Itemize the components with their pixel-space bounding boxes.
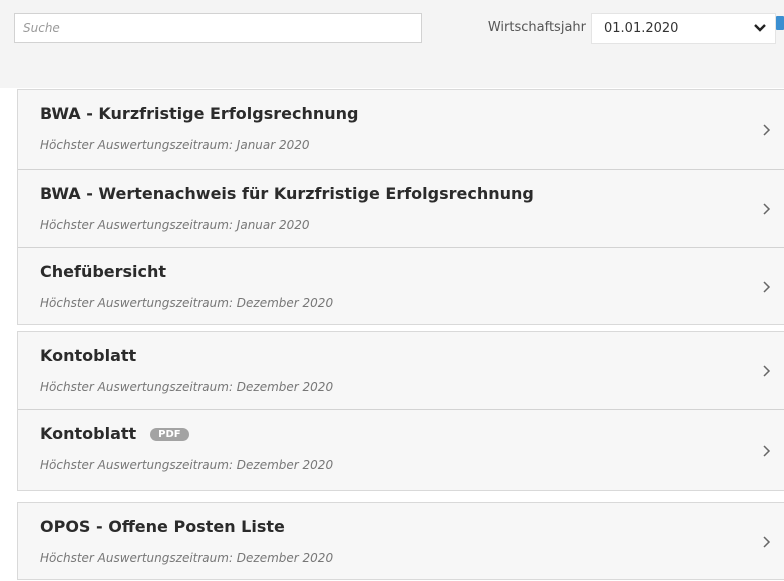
- chevron-right-icon[interactable]: [762, 123, 771, 137]
- report-list-item[interactable]: Kontoblatt PDF Höchster Auswertungszeitrau…: [18, 410, 784, 492]
- chevron-right-icon[interactable]: [762, 535, 771, 549]
- fiscal-year-select[interactable]: 01.01.2020: [591, 13, 776, 44]
- report-period: Höchster Auswertungszeitraum: Januar 202…: [40, 138, 310, 152]
- report-title-text: Kontoblatt: [40, 424, 137, 443]
- report-title: BWA - Wertenachweis für Kurzfristige Erf…: [40, 184, 534, 203]
- report-period: Höchster Auswertungszeitraum: Januar 202…: [40, 218, 310, 232]
- report-title: Chefübersicht: [40, 262, 166, 281]
- chevron-right-icon[interactable]: [762, 444, 771, 458]
- report-period: Höchster Auswertungszeitraum: Dezember 2…: [40, 296, 334, 310]
- report-period: Höchster Auswertungszeitraum: Dezember 2…: [40, 380, 334, 394]
- report-list-item[interactable]: BWA - Wertenachweis für Kurzfristige Erf…: [18, 170, 784, 248]
- report-list-item[interactable]: BWA - Kurzfristige Erfolgsrechnung Höchst…: [18, 90, 784, 170]
- fiscal-year-label: Wirtschaftsjahr: [487, 20, 586, 35]
- report-period: Höchster Auswertungszeitraum: Dezember 2…: [40, 458, 334, 472]
- search-input[interactable]: [14, 13, 422, 43]
- report-title: Kontoblatt: [40, 346, 136, 365]
- fiscal-year-value: 01.01.2020: [604, 21, 679, 36]
- chevron-right-icon[interactable]: [762, 202, 771, 216]
- report-title-text: Kontoblatt: [40, 346, 137, 365]
- report-list-item[interactable]: Chefübersicht Höchster Auswertungszeitrau…: [18, 248, 784, 326]
- report-title: BWA - Kurzfristige Erfolgsrechnung: [40, 104, 358, 123]
- report-group: BWA - Kurzfristige Erfolgsrechnung Höchst…: [17, 89, 784, 325]
- report-title-text: OPOS - Offene Posten Liste: [40, 517, 285, 536]
- calendar-icon[interactable]: [776, 16, 784, 30]
- chevron-right-icon[interactable]: [762, 280, 771, 294]
- chevron-down-icon: [754, 24, 766, 32]
- report-list-item[interactable]: Kontoblatt Höchster Auswertungszeitraum: …: [18, 332, 784, 410]
- report-group: OPOS - Offene Posten Liste Höchster Auswe…: [17, 502, 784, 580]
- report-title: Kontoblatt PDF: [40, 424, 189, 443]
- report-list-item[interactable]: OPOS - Offene Posten Liste Höchster Auswe…: [18, 503, 784, 581]
- report-title-text: Chefübersicht: [40, 262, 167, 281]
- report-title-text: BWA - Wertenachweis für Kurzfristige Erf…: [40, 184, 534, 203]
- pdf-badge: PDF: [150, 428, 189, 441]
- report-group: Kontoblatt Höchster Auswertungszeitraum: …: [17, 331, 784, 491]
- chevron-right-icon[interactable]: [762, 364, 771, 378]
- filter-bar: Wirtschaftsjahr 01.01.2020: [0, 0, 784, 88]
- report-title-text: BWA - Kurzfristige Erfolgsrechnung: [40, 104, 359, 123]
- report-title: OPOS - Offene Posten Liste: [40, 517, 285, 536]
- report-period: Höchster Auswertungszeitraum: Dezember 2…: [40, 551, 334, 565]
